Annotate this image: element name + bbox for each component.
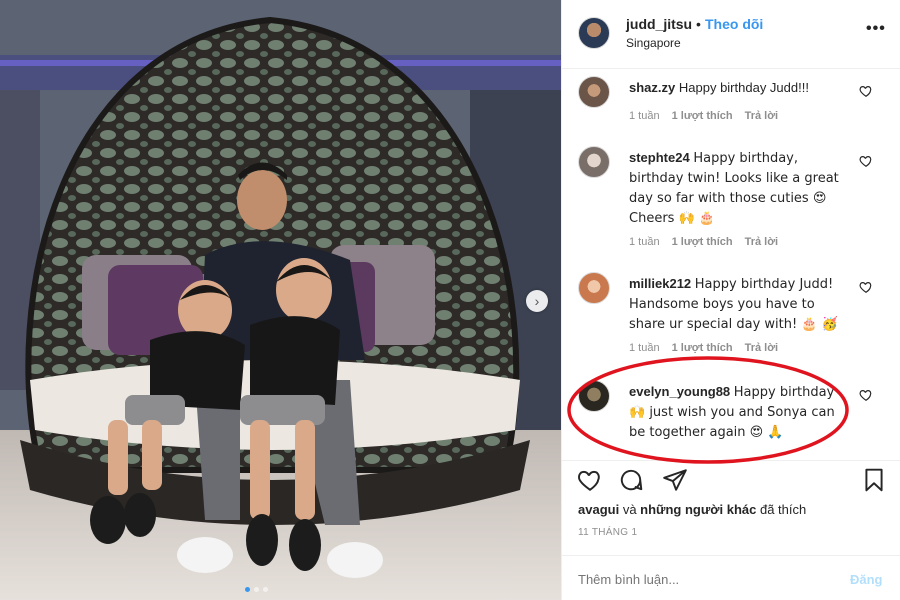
comment-text: shaz.zy Happy birthday Judd!!! [629,78,854,97]
carousel-dots [245,587,268,592]
heart-icon[interactable] [859,84,873,98]
comment-username[interactable]: shaz.zy [629,80,675,95]
chevron-right-icon: › [534,293,540,309]
post-photo[interactable]: › [0,0,561,600]
next-image-button[interactable]: › [526,290,548,312]
reply-button[interactable]: Trả lời [745,236,779,248]
heart-icon[interactable] [859,280,873,294]
comment-icon[interactable] [618,467,644,493]
avatar[interactable] [578,146,610,178]
follow-button[interactable]: Theo dõi [705,16,763,32]
comment-likes[interactable]: 1 lượt thích [672,342,733,354]
liked-by-line: avagui và những người khác đã thích [578,502,806,517]
comment-likes[interactable]: 1 lượt thích [672,110,733,122]
liked-by-others[interactable]: những người khác [640,502,756,517]
more-options-icon[interactable]: ••• [866,20,886,38]
post-username[interactable]: judd_jitsu [626,16,692,32]
add-comment-bar: Đăng [562,555,900,600]
liked-by-user[interactable]: avagui [578,502,619,517]
comment-meta: 1 tuần 1 lượt thích Trả lời [629,110,778,122]
post-header: judd_jitsu • Theo dõi Singapore ••• [562,0,900,69]
comment-time[interactable]: 1 tuần [629,342,660,354]
comment-username[interactable]: milliek212 [629,276,691,291]
bookmark-icon[interactable] [861,467,887,493]
carousel-dot [254,587,259,592]
reply-button[interactable]: Trả lời [745,110,779,122]
post-location[interactable]: Singapore [626,36,681,50]
photo-illustration [0,0,561,600]
comment-username[interactable]: stephte24 [629,150,690,165]
avatar[interactable] [578,76,610,108]
action-bar-divider [562,460,900,461]
post-date[interactable]: 11 THÁNG 1 [578,527,637,538]
liked-by-suffix: đã thích [759,502,807,517]
avatar[interactable] [578,272,610,304]
comment-time[interactable]: 1 tuần [629,110,660,122]
share-icon[interactable] [662,467,688,493]
post-comment-button[interactable]: Đăng [850,572,883,587]
post-side-panel: judd_jitsu • Theo dõi Singapore ••• shaz… [561,0,900,600]
reply-button[interactable]: Trả lời [745,342,779,354]
comment-input[interactable] [578,572,828,587]
comment-time[interactable]: 1 tuần [629,236,660,248]
comment-meta: 1 tuần 1 lượt thích Trả lời [629,236,778,248]
avatar[interactable] [578,17,610,49]
comment-likes[interactable]: 1 lượt thích [672,236,733,248]
comment-meta: 1 tuần 1 lượt thích Trả lời [629,342,778,354]
avatar[interactable] [578,380,610,412]
comment-username[interactable]: evelyn_young88 [629,384,730,399]
comment-text: milliek212 Happy birthday Judd! Handsome… [629,274,854,334]
liked-by-connector: và [622,502,637,517]
carousel-dot [245,587,250,592]
heart-icon[interactable] [859,154,873,168]
comment-body: Happy birthday Judd!!! [678,80,809,95]
carousel-dot [263,587,268,592]
separator: • [696,16,701,32]
heart-icon[interactable] [577,467,603,493]
comment-text: evelyn_young88 Happy birthday 🙌 just wis… [629,382,854,442]
comment-text: stephte24 Happy birthday, birthday twin!… [629,148,854,228]
heart-icon[interactable] [859,388,873,402]
